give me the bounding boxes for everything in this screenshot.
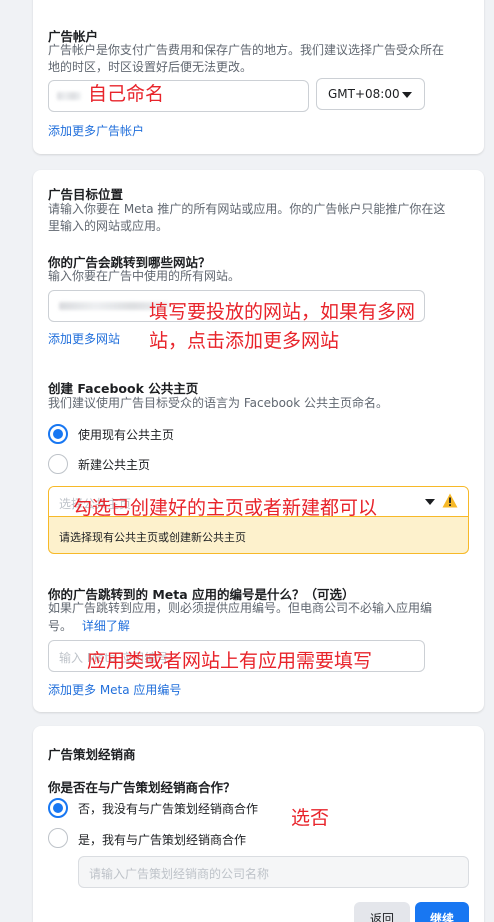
chevron-down-icon — [425, 499, 435, 505]
annotation-meta-app: 应用类或者网站上有应用需要填写 — [87, 650, 373, 672]
radio-create-new-page[interactable] — [48, 454, 68, 474]
meta-app-help-2-text: 号。 — [48, 619, 73, 633]
ad-destination-card: 广告目标位置 请输入你要在 Meta 推广的所有网站或应用。你的广告帐户只能推广… — [33, 170, 484, 712]
agency-question: 你是否在与广告策划经销商合作？ — [48, 780, 236, 795]
chevron-down-icon — [402, 92, 412, 98]
radio-use-existing-page[interactable] — [48, 424, 68, 444]
radio-yes-agency[interactable] — [48, 828, 68, 848]
ad-account-card: 广告帐户 广告帐户是你支付广告费用和保存广告的地方。我们建议选择广告受众所在 地… — [33, 0, 484, 154]
annotation-choose-no: 选否 — [291, 807, 330, 829]
radio-create-new-page-label: 新建公共主页 — [78, 458, 151, 472]
agency-company-input[interactable]: 请输入广告策划经销商的公司名称 — [78, 856, 469, 888]
annotation-website-1: 填写要投放的网站，如果有多网 — [149, 301, 416, 323]
blurred-account-name — [57, 92, 81, 100]
annotation-website-2: 站，点击添加更多网站 — [149, 330, 340, 352]
meta-app-help-1: 如果广告跳转到应用，则必须提供应用编号。但电商公司不必输入应用编 — [48, 601, 433, 615]
timezone-value: GMT+08:00 — [328, 87, 400, 101]
learn-more-link[interactable]: 详细了解 — [82, 619, 130, 633]
ad-account-description-1: 广告帐户是你支付广告费用和保存广告的地方。我们建议选择广告受众所在 — [48, 43, 445, 57]
ad-destination-description-1: 请输入你要在 Meta 推广的所有网站或应用。你的广告帐户只能推广你在这 — [48, 202, 446, 216]
meta-app-help-2: 号。 详细了解 — [48, 618, 130, 635]
timezone-select[interactable]: GMT+08:00 — [316, 78, 425, 110]
agency-title: 广告策划经销商 — [48, 747, 136, 762]
ad-account-description-2: 地的时区，时区设置好后便无法更改。 — [48, 60, 253, 74]
radio-no-agency-label: 否，我没有与广告策划经销商合作 — [78, 802, 259, 816]
ad-destination-description-2: 里输入的网站或应用。 — [48, 219, 169, 233]
annotation-name-yourself: 自己命名 — [88, 83, 165, 105]
add-more-meta-app-ids-link[interactable]: 添加更多 Meta 应用编号 — [48, 681, 181, 698]
radio-yes-agency-label: 是，我有与广告策划经销商合作 — [78, 833, 247, 847]
radio-use-existing-page-label: 使用现有公共主页 — [78, 428, 175, 442]
continue-button[interactable]: 继续 — [415, 902, 469, 922]
back-button[interactable]: 返回 — [354, 902, 410, 922]
warning-icon — [442, 493, 458, 512]
annotation-facebook-page: 勾选已创建好的主页或者新建都可以 — [73, 497, 378, 519]
agency-card: 广告策划经销商 你是否在与广告策划经销商合作？ 否，我没有与广告策划经销商合作 … — [33, 726, 484, 922]
agency-company-placeholder: 请输入广告策划经销商的公司名称 — [89, 867, 270, 881]
radio-no-agency[interactable] — [48, 798, 68, 818]
page-select-warning-text: 请选择现有公共主页或创建新公共主页 — [59, 531, 246, 544]
add-more-websites-link[interactable]: 添加更多网站 — [48, 330, 120, 347]
add-more-ad-accounts-link[interactable]: 添加更多广告帐户 — [48, 122, 144, 139]
facebook-page-help: 我们建议使用广告目标受众的语言为 Facebook 公共主页命名。 — [48, 396, 389, 410]
websites-help: 输入你要在广告中使用的所有网站。 — [48, 269, 241, 283]
